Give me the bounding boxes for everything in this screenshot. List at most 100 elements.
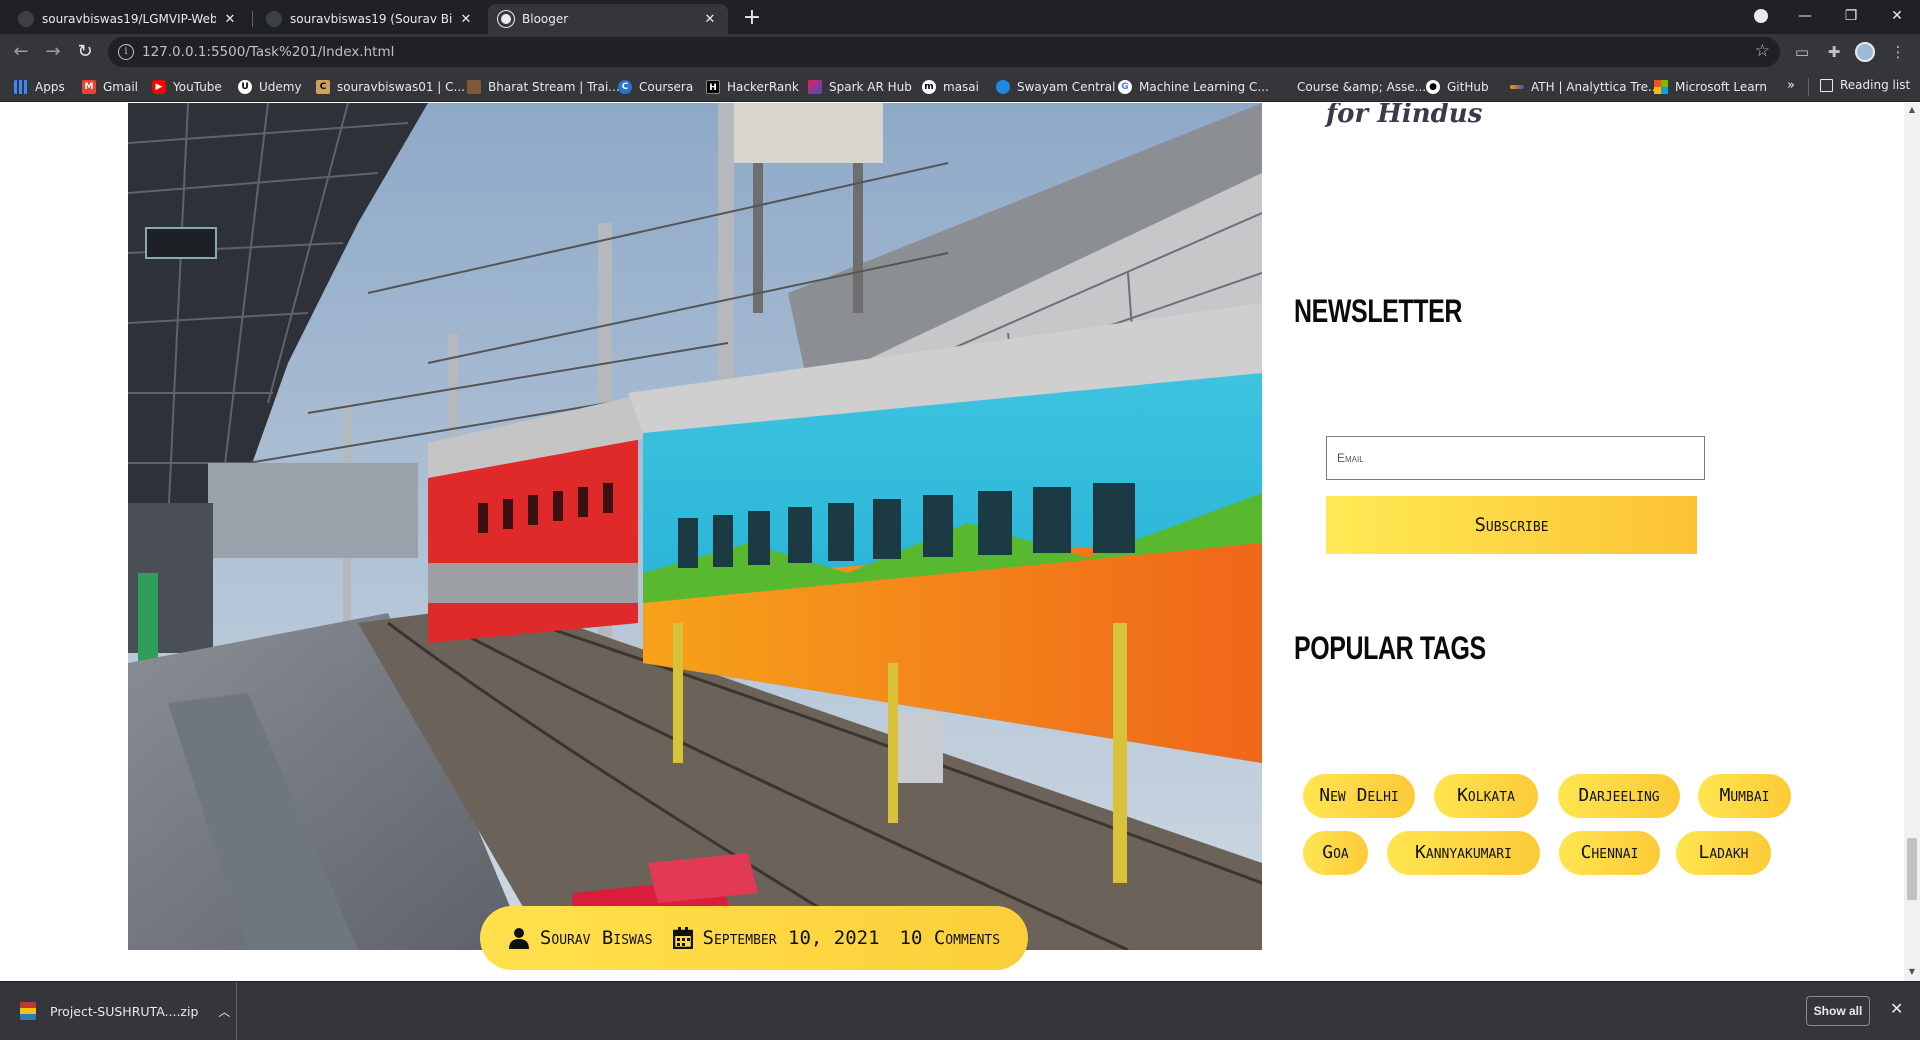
sidebar-post-title[interactable]: for Hindus (1326, 103, 1482, 129)
udemy-icon: U (238, 80, 252, 94)
reload-icon[interactable]: ↻ (72, 39, 98, 65)
newsletter-title: NEWSLETTER (1294, 293, 1463, 329)
github-favicon-icon (266, 11, 282, 27)
swayam-icon (996, 80, 1010, 94)
bookmark-label: Course &amp; Asse... (1297, 80, 1427, 94)
tag-ladakh[interactable]: Ladakh (1676, 831, 1771, 875)
close-window-icon[interactable]: ✕ (1874, 0, 1920, 32)
bookmark-label: Apps (35, 80, 65, 94)
chevron-up-icon[interactable]: ︿ (218, 1003, 230, 1020)
tab-title: Blooger (522, 12, 569, 26)
bookmark-label: souravbiswas01 | C... (337, 80, 465, 94)
bookmark-hackerrank[interactable]: H HackerRank (706, 78, 799, 96)
train-station-photo (128, 103, 1262, 950)
bookmark-apps[interactable]: Apps (14, 78, 65, 96)
post-date-text: September 10, 2021 (702, 927, 880, 949)
bookmark-coursera[interactable]: C Coursera (618, 78, 693, 96)
close-tab-icon[interactable]: ✕ (702, 12, 718, 27)
tag-goa[interactable]: Goa (1303, 831, 1368, 875)
codechef-icon: C (316, 80, 330, 94)
post-author[interactable]: Sourav Biswas (508, 927, 653, 949)
tag-kolkata[interactable]: Kolkata (1434, 774, 1538, 818)
bookmark-youtube[interactable]: ▶ YouTube (152, 78, 222, 96)
tag-new-delhi[interactable]: New Delhi (1303, 774, 1415, 818)
comments-count: 10 Comments (899, 927, 1001, 949)
url-text[interactable]: 127.0.0.1:5500/Task%201/Index.html (142, 44, 394, 60)
microsoft-icon (1654, 80, 1668, 94)
profile-avatar[interactable] (1855, 42, 1875, 62)
tag-chennai[interactable]: Chennai (1559, 831, 1660, 875)
restore-icon[interactable]: ❐ (1828, 0, 1874, 32)
tag-mumbai[interactable]: Mumbai (1698, 774, 1791, 818)
forward-arrow-icon[interactable]: → (40, 39, 66, 65)
subscribe-button[interactable]: Subscribe (1326, 496, 1697, 554)
browser-tab-2[interactable]: souravbiswas19 (Sourav Biswas) ✕ (256, 4, 484, 34)
popular-tags-title: POPULAR TAGS (1294, 630, 1486, 666)
profile-menu-icon[interactable] (1738, 0, 1784, 32)
bookmark-spark-ar[interactable]: Spark AR Hub (808, 78, 912, 96)
browser-tab-active[interactable]: Blooger ✕ (488, 4, 728, 34)
bharat-stream-icon (467, 80, 481, 94)
extensions-puzzle-icon[interactable]: ✚ (1824, 42, 1844, 62)
github-favicon-icon (18, 11, 34, 27)
scroll-down-arrow-icon[interactable]: ▼ (1904, 967, 1920, 979)
page-scrollbar[interactable]: ▲ ▼ (1904, 103, 1920, 981)
globe-favicon-icon (498, 11, 514, 27)
close-tab-icon[interactable]: ✕ (222, 12, 238, 27)
close-shelf-icon[interactable]: ✕ (1890, 999, 1903, 1018)
bookmark-label: Microsoft Learn (1675, 80, 1767, 94)
bookmark-machine-learning[interactable]: G Machine Learning C... (1118, 78, 1269, 96)
download-item[interactable]: Project-SUSHRUTA....zip ︿ (0, 982, 237, 1040)
bookmark-label: Swayam Central (1017, 80, 1116, 94)
scroll-up-arrow-icon[interactable]: ▲ (1904, 105, 1920, 117)
user-icon (508, 928, 529, 949)
zip-archive-icon (20, 1002, 36, 1020)
bookmark-label: Coursera (639, 80, 694, 94)
bookmark-label: Bharat Stream | Trai... (488, 80, 620, 94)
bookmark-analyttica[interactable]: ATH | Analyttica Tre... (1510, 78, 1659, 96)
analyttica-icon (1510, 85, 1524, 89)
show-all-downloads-button[interactable]: Show all (1806, 996, 1870, 1026)
download-shelf: Project-SUSHRUTA....zip ︿ Show all ✕ (0, 981, 1920, 1040)
bookmark-udemy[interactable]: U Udemy (238, 78, 302, 96)
close-tab-icon[interactable]: ✕ (458, 12, 474, 27)
apps-grid-icon (14, 80, 28, 94)
bookmark-swayam[interactable]: Swayam Central (996, 78, 1115, 96)
course-icon (1276, 80, 1290, 94)
bookmark-codechef[interactable]: Csouravbiswas01 | C... (316, 78, 465, 96)
tag-kannyakumari[interactable]: Kannyakumari (1387, 831, 1540, 875)
post-image (128, 103, 1262, 950)
browser-tab-1[interactable]: souravbiswas19/LGMVIP-WebDe ✕ (8, 4, 248, 34)
site-info-icon[interactable]: i (118, 44, 134, 60)
bookmark-github[interactable]: ● GitHub (1426, 78, 1489, 96)
bookmark-label: GitHub (1447, 80, 1489, 94)
browser-tab-strip: souravbiswas19/LGMVIP-WebDe ✕ souravbisw… (0, 0, 1920, 34)
new-tab-button[interactable]: + (738, 5, 766, 33)
page-viewport: Sourav Biswas September 10, 2021 10 Comm… (0, 103, 1920, 981)
scroll-thumb[interactable] (1907, 838, 1917, 900)
bookmarks-overflow-icon[interactable]: » (1787, 78, 1795, 93)
browser-menu-icon[interactable]: ⋮ (1888, 42, 1908, 62)
bookmark-star-icon[interactable]: ☆ (1755, 41, 1770, 61)
bookmark-microsoft-learn[interactable]: Microsoft Learn (1654, 78, 1767, 96)
back-arrow-icon[interactable]: ← (8, 39, 34, 65)
address-bar[interactable]: i 127.0.0.1:5500/Task%201/Index.html ☆ (108, 37, 1780, 67)
tab-title: souravbiswas19 (Sourav Biswas) (290, 12, 452, 26)
bookmarks-bar: Apps M Gmail ▶ YouTube U Udemy Csouravbiswa… (0, 70, 1920, 102)
reading-list-button[interactable]: Reading list (1820, 78, 1910, 92)
tag-darjeeling[interactable]: Darjeeling (1558, 774, 1680, 818)
bookmark-gmail[interactable]: M Gmail (82, 78, 138, 96)
post-meta-bar: Sourav Biswas September 10, 2021 10 Comm… (480, 906, 1028, 970)
bookmark-course[interactable]: Course &amp; Asse... (1276, 78, 1426, 96)
email-field[interactable] (1326, 436, 1705, 480)
reading-list-icon (1820, 78, 1833, 92)
bookmark-label: ATH | Analyttica Tre... (1531, 80, 1660, 94)
google-icon: G (1118, 80, 1132, 94)
minimize-icon[interactable]: — (1782, 0, 1828, 32)
bookmark-masai[interactable]: m masai (922, 78, 979, 96)
post-comments[interactable]: 10 Comments (900, 927, 1001, 949)
bookmark-label: Spark AR Hub (829, 80, 912, 94)
tab-separator (252, 11, 253, 27)
bookmark-bharat-stream[interactable]: Bharat Stream | Trai... (467, 78, 620, 96)
media-router-icon[interactable]: ▭ (1792, 42, 1812, 62)
